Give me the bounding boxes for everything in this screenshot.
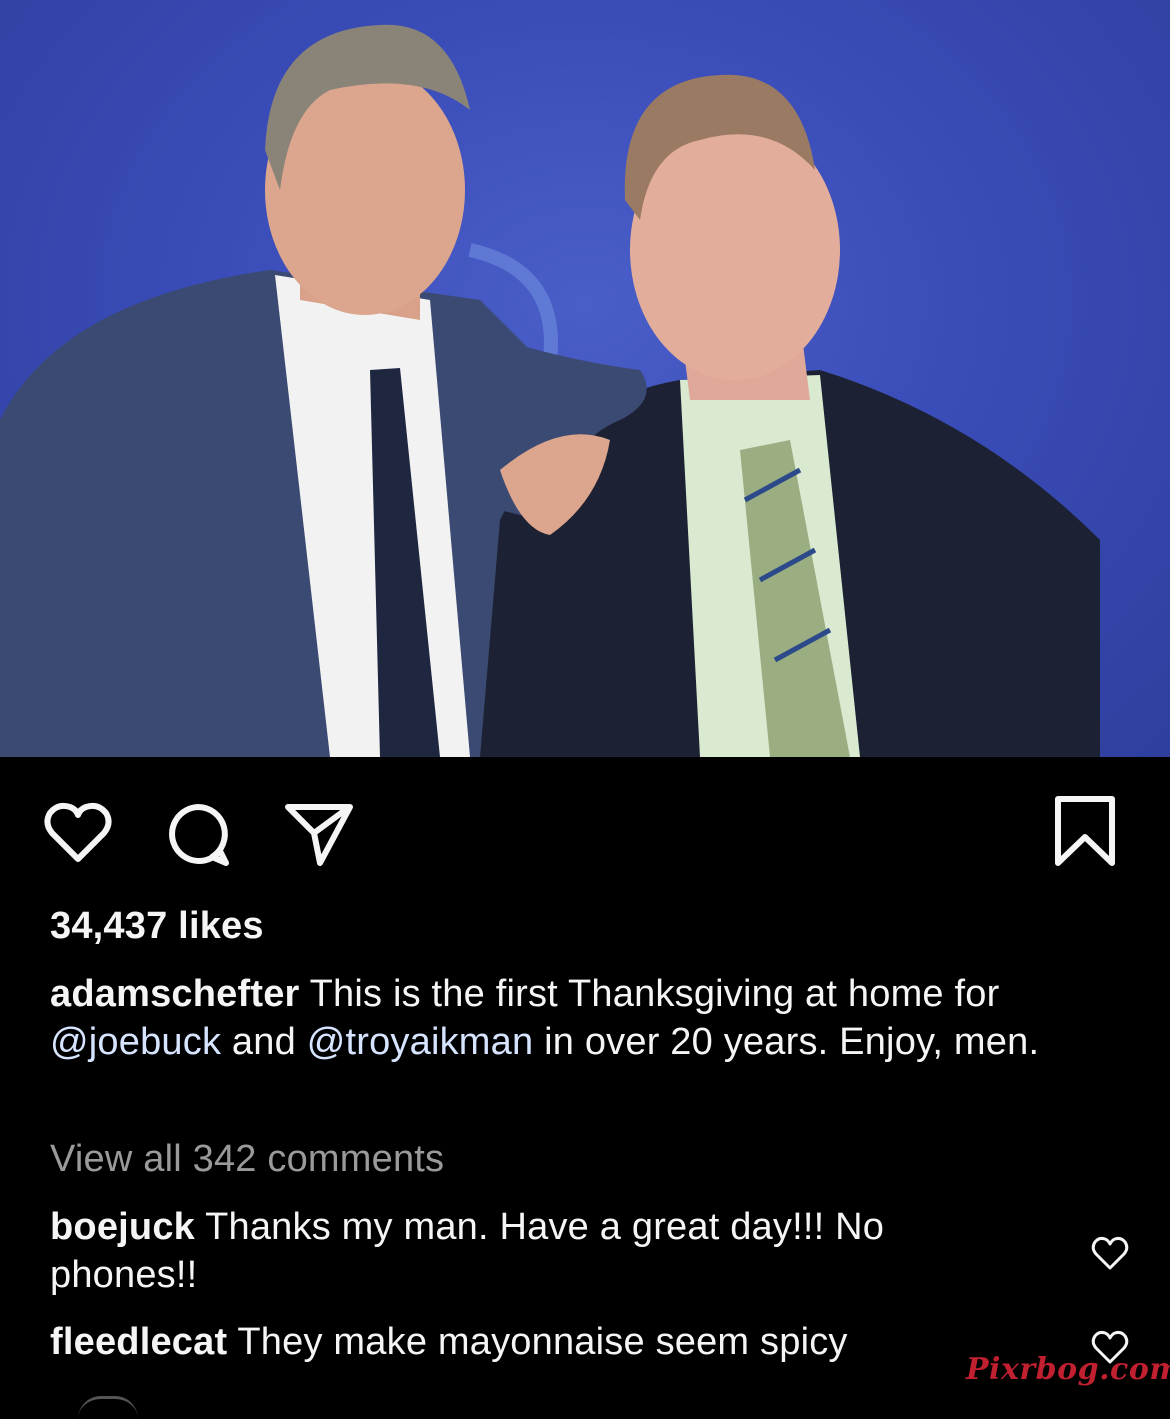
comment-username[interactable]: boejuck <box>50 1206 195 1248</box>
mention-joebuck[interactable]: @joebuck <box>50 1021 221 1063</box>
heart-outline-icon[interactable] <box>42 797 114 869</box>
caption-username[interactable]: adamschefter <box>50 973 300 1015</box>
speech-bubble-icon[interactable] <box>162 799 234 871</box>
action-bar <box>0 757 1170 897</box>
comment-like-heart-icon[interactable] <box>1090 1234 1130 1274</box>
caption-text-3: in over 20 years. Enjoy, men. <box>544 1021 1040 1063</box>
paper-plane-icon[interactable] <box>282 797 354 869</box>
caption-text-2: and <box>231 1021 296 1063</box>
avatar <box>78 1396 138 1419</box>
likes-count[interactable]: 34,437 likes <box>50 902 264 950</box>
watermark: Pixrbog.com <box>966 1352 1170 1387</box>
photo-illustration <box>0 24 1100 757</box>
post-photo[interactable] <box>0 0 1170 757</box>
mention-troyaikman[interactable]: @troyaikman <box>307 1021 534 1063</box>
caption-text-1: This is the first Thanksgiving at home f… <box>309 973 1000 1015</box>
view-all-comments-link[interactable]: View all 342 comments <box>50 1135 444 1183</box>
comment-item: fleedlecat They make mayonnaise seem spi… <box>50 1318 1010 1366</box>
comment-username[interactable]: fleedlecat <box>50 1321 227 1363</box>
bookmark-icon[interactable] <box>1050 793 1120 869</box>
post-caption: adamschefter This is the first Thanksgiv… <box>50 970 1130 1066</box>
comment-item: boejuck Thanks my man. Have a great day!… <box>50 1203 1010 1299</box>
comment-text: They make mayonnaise seem spicy <box>237 1321 848 1363</box>
